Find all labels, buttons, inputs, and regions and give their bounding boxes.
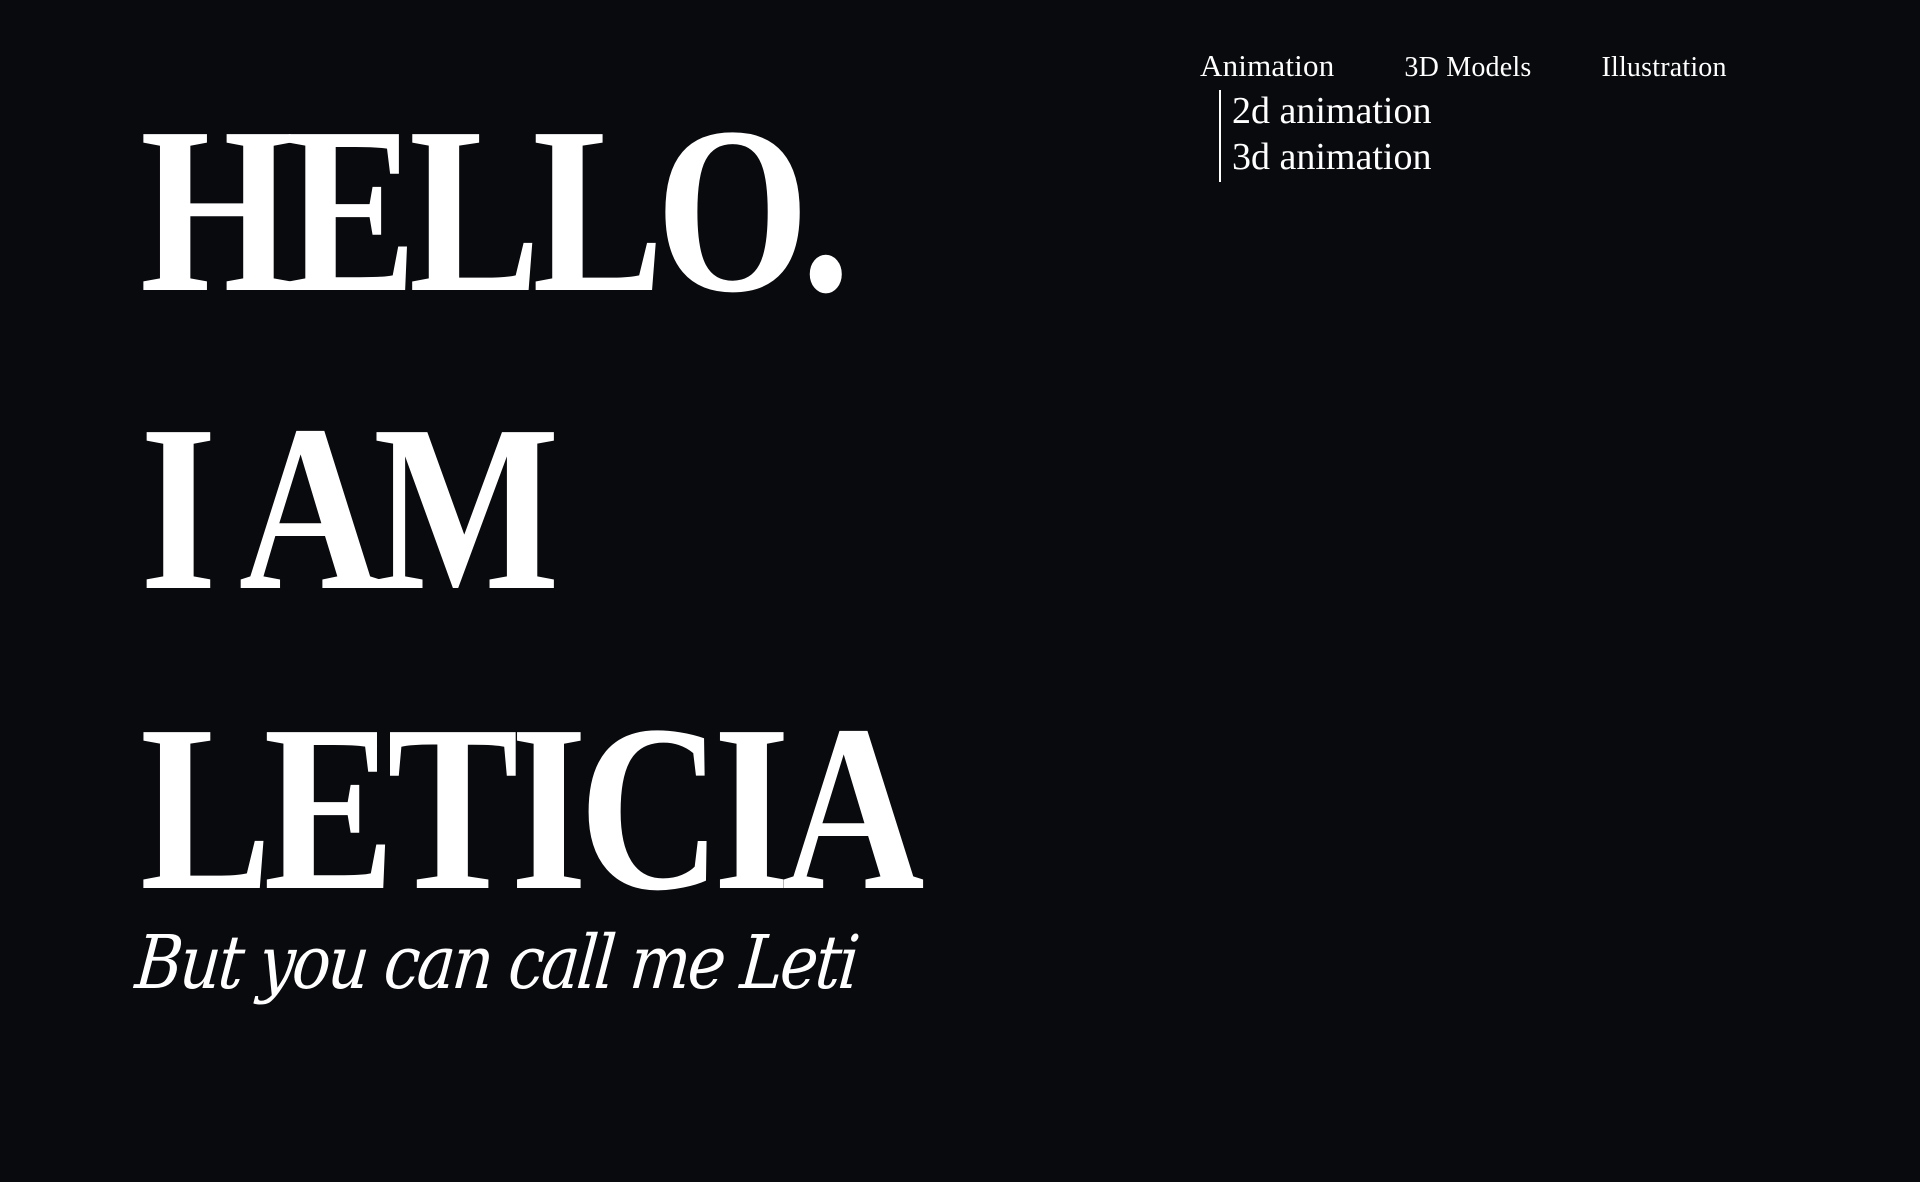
animation-dropdown-menu: 2d animation 3d animation	[1219, 90, 1431, 182]
submenu-item-2d-animation[interactable]: 2d animation	[1232, 86, 1431, 136]
nav-item-animation[interactable]: Animation	[1200, 48, 1334, 84]
nav-item-3d-models[interactable]: 3D Models	[1404, 52, 1531, 84]
hero-heading-line-2: I AM	[140, 377, 560, 640]
submenu-item-3d-animation[interactable]: 3d animation	[1232, 132, 1431, 182]
hero-tagline: But you can call me Leti	[132, 920, 861, 1006]
nav-item-illustration[interactable]: Illustration	[1601, 52, 1726, 84]
hero-heading-line-1: HELLO.	[140, 79, 850, 342]
top-nav: Animation 3D Models Illustration	[1200, 48, 1727, 84]
hero-heading-line-3: LETICIA	[140, 677, 925, 940]
